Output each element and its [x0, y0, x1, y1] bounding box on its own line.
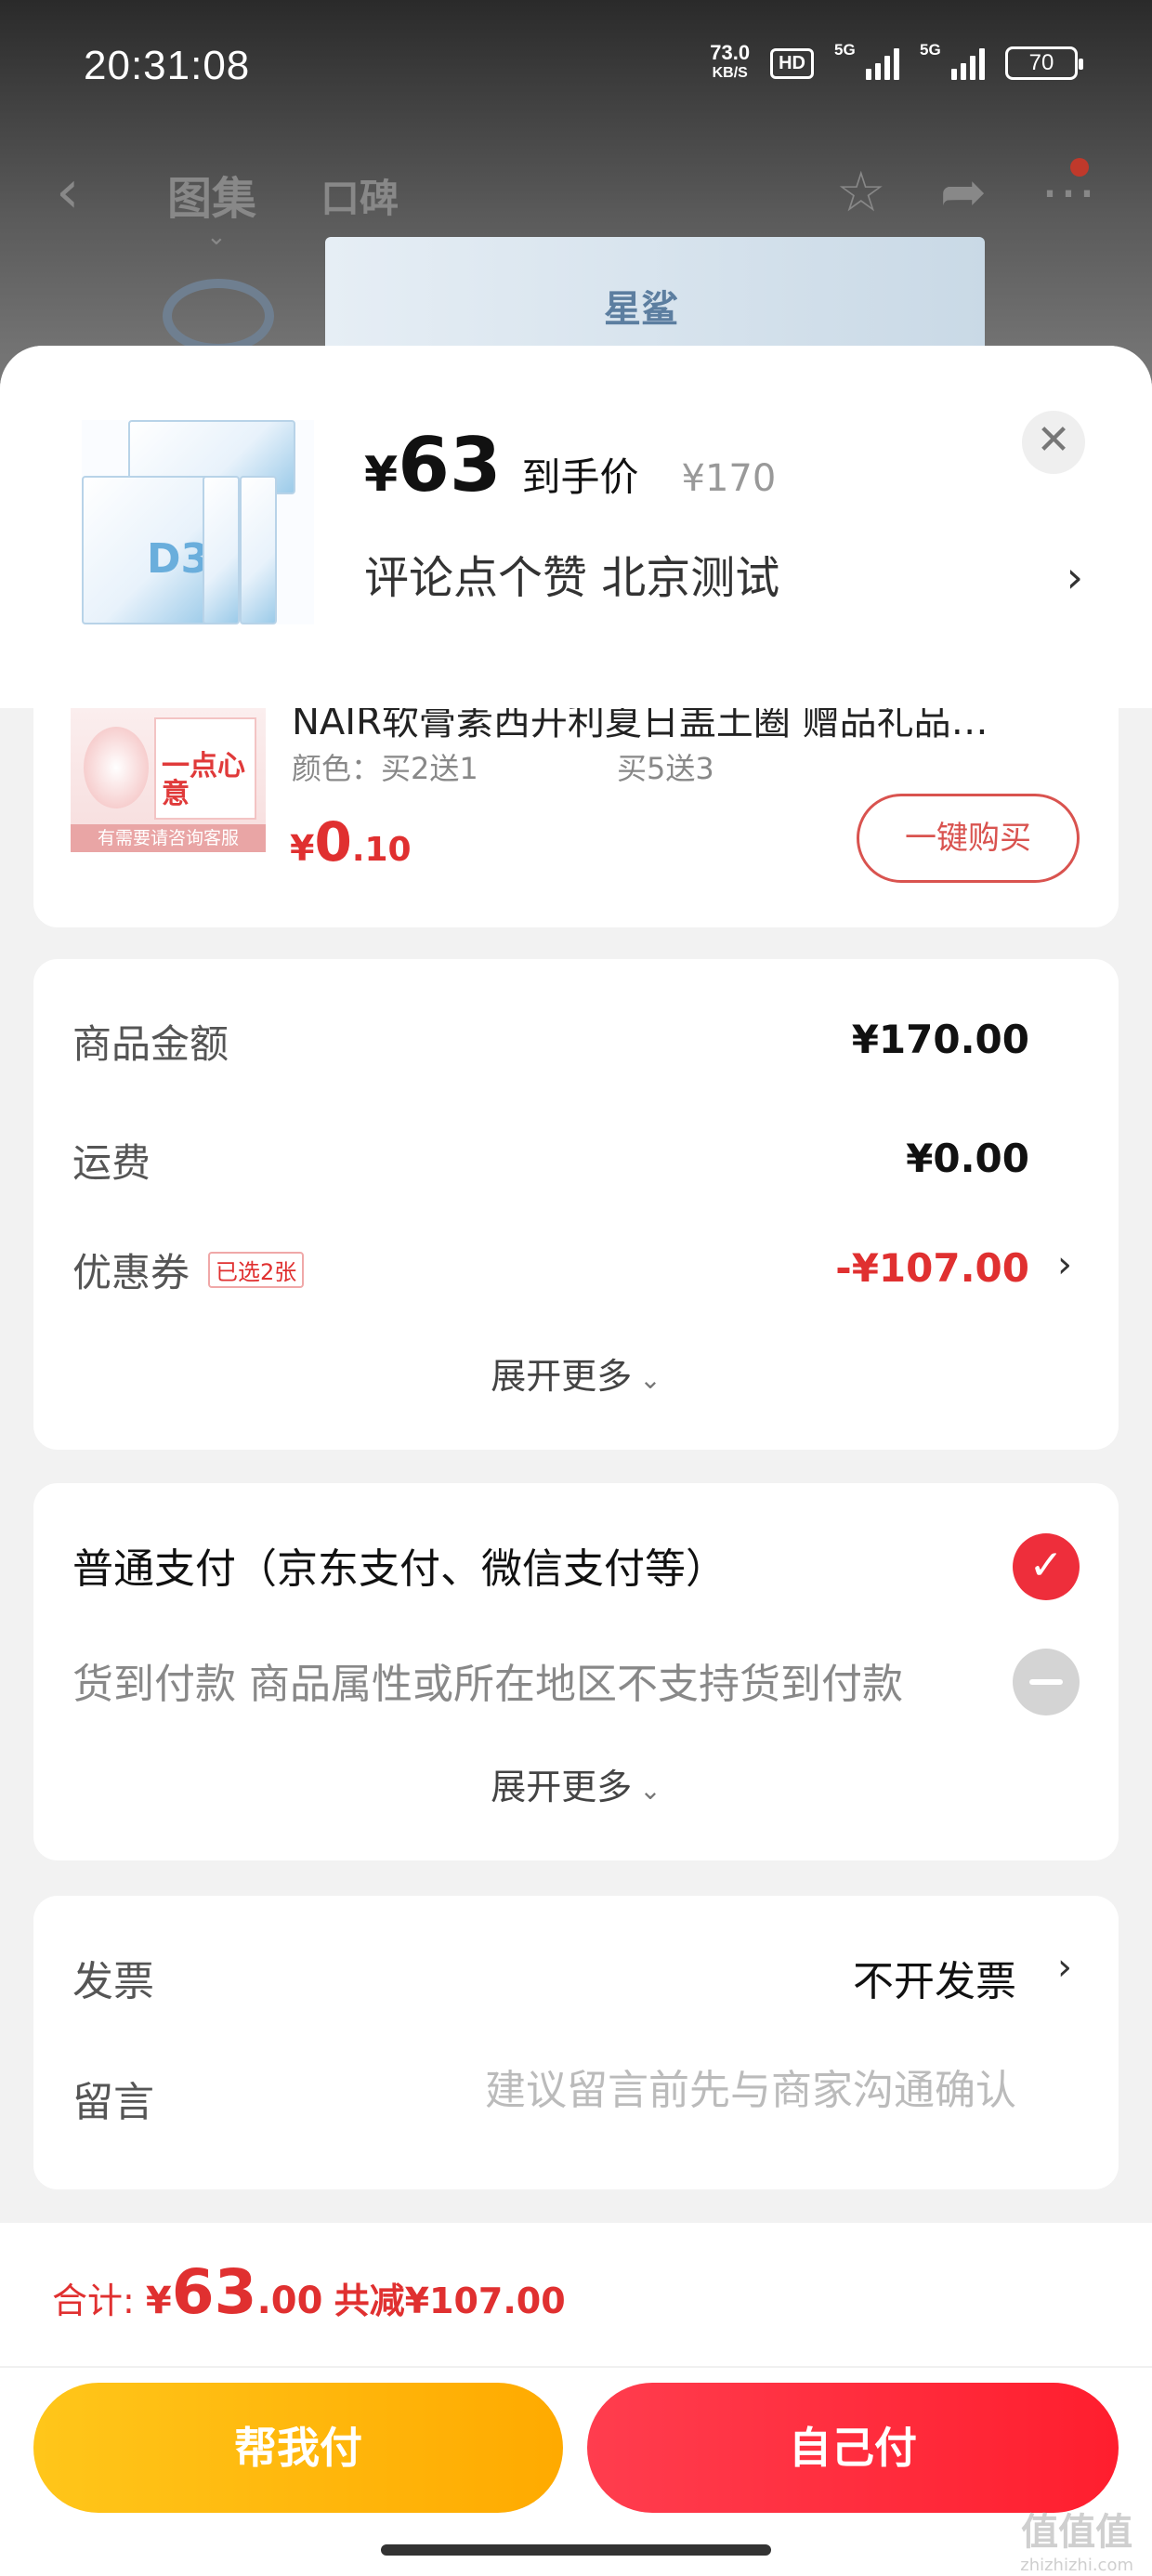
final-price: 63 [398, 422, 502, 508]
gift-egg-shape [84, 727, 149, 808]
product-box [240, 476, 277, 624]
divider [0, 2366, 1152, 2368]
disabled-icon [1013, 1649, 1080, 1715]
invoice-value[interactable]: 不开发票 [853, 1948, 1016, 2007]
chevron-down-icon: ⌄ [639, 1364, 661, 1395]
gift-card: 一点心意 有需要请咨询客服 NAIR软膏素西开利夏日盖土圈 赠品礼品… 颜色：买… [33, 708, 1119, 927]
invoice-card: 发票 不开发票 › 留言 [33, 1896, 1119, 2189]
message-input[interactable] [424, 2067, 1016, 2114]
invoice-label: 发票 [72, 1958, 154, 2005]
cod-payment-option: 货到付款 商品属性或所在地区不支持货到付款 [72, 1661, 903, 1708]
status-bar: 20:31:08 73.0 KB/S HD 5G 5G 70 [0, 0, 1152, 139]
chevron-right-icon[interactable]: › [1057, 1946, 1072, 1989]
status-icons: 73.0 KB/S HD 5G 5G 70 [710, 41, 1083, 84]
amount-card: 商品金额 ¥170.00 运费 ¥0.00 优惠券 已选2张 -¥107.00 ›… [33, 959, 1119, 1450]
discount-text: 共减¥107.00 [334, 2280, 566, 2321]
tab-indicator: ⌄ [206, 223, 227, 251]
expand-more-button[interactable]: 展开更多 ⌄ [33, 1758, 1119, 1809]
payment-card: 普通支付（京东支付、微信支付等） ✓ 货到付款 商品属性或所在地区不支持货到付款… [33, 1483, 1119, 1860]
battery-icon: 70 [1005, 46, 1083, 80]
gift-price: ¥0.10 [290, 810, 412, 874]
coupon-tag: 已选2张 [208, 1252, 305, 1288]
coupon-row[interactable]: 优惠券 已选2张 -¥107.00 [72, 1242, 1029, 1298]
gift-spec-2: 买5送3 [617, 751, 714, 786]
status-time: 20:31:08 [84, 43, 251, 88]
self-pay-button[interactable]: 自己付 [587, 2383, 1119, 2513]
brand-logo [163, 279, 274, 353]
message-label: 留言 [72, 2079, 154, 2126]
close-button[interactable]: ✕ [1022, 411, 1085, 474]
gift-name: NAIR软膏素西开利夏日盖土圈 赠品礼品… [292, 708, 988, 743]
total-price: 合计: ¥63.00 共减¥107.00 [52, 2256, 566, 2328]
chevron-down-icon: ⌄ [639, 1775, 661, 1806]
one-click-buy-button[interactable]: 一键购买 [857, 794, 1080, 883]
tab-gallery[interactable]: 图集 [167, 162, 256, 227]
gift-spec: 颜色：买2送1 [292, 751, 478, 786]
signal-icon: 5G [834, 41, 899, 80]
original-price: ¥170 [681, 457, 777, 500]
normal-payment-option[interactable]: 普通支付（京东支付、微信支付等） [72, 1535, 727, 1595]
checkout-footer: 合计: ¥63.00 共减¥107.00 帮我付 自己付 值值值 zhizhiz… [0, 2223, 1152, 2576]
banner-brand-text: 星鲨 [604, 288, 678, 331]
shipping-row: 运费 ¥0.00 [72, 1136, 1029, 1186]
share-icon[interactable]: ➦ [940, 160, 987, 225]
nav-actions: ☆ ➦ ⋯ [836, 160, 1096, 225]
back-icon[interactable]: ‹ [56, 158, 80, 227]
price-row: ¥ 63 到手价 ¥170 [364, 422, 776, 508]
product-box: D3 [82, 476, 212, 624]
product-thumbnail: D3 [82, 420, 314, 624]
checkout-page: 星鲨 20:31:08 73.0 KB/S HD 5G 5G 70 ‹ 图集 ⌄… [0, 0, 1152, 2576]
expand-more-button[interactable]: 展开更多 ⌄ [33, 1347, 1119, 1399]
watermark: 值值值 zhizhizhi.com [1020, 2511, 1133, 2575]
gift-box: 一点心意 [154, 717, 256, 820]
help-pay-button[interactable]: 帮我付 [33, 2383, 563, 2513]
goods-amount-row: 商品金额 ¥170.00 [72, 1017, 1029, 1067]
home-indicator[interactable] [381, 2544, 771, 2556]
chevron-right-icon[interactable]: › [1067, 552, 1083, 602]
price-currency: ¥ [364, 447, 399, 503]
gift-caption: 有需要请咨询客服 [71, 824, 266, 852]
net-speed: 73.0 KB/S [710, 41, 751, 82]
star-icon[interactable]: ☆ [836, 160, 886, 225]
notification-dot [1070, 158, 1089, 177]
product-box [203, 476, 240, 624]
signal-icon-2: 5G [920, 41, 985, 80]
tab-reviews[interactable]: 口碑 [321, 167, 399, 224]
check-icon[interactable]: ✓ [1013, 1533, 1080, 1600]
promo-text[interactable]: 评论点个赞 北京测试 [364, 541, 779, 606]
chevron-right-icon[interactable]: › [1057, 1243, 1072, 1286]
hd-icon: HD [770, 47, 814, 79]
sheet-header: D3 ¥ 63 到手价 ¥170 评论点个赞 北京测试 › ✕ [0, 346, 1152, 708]
final-price-label: 到手价 [521, 454, 639, 500]
nav-bar: ‹ 图集 ⌄ 口碑 ☆ ➦ ⋯ [0, 139, 1152, 251]
